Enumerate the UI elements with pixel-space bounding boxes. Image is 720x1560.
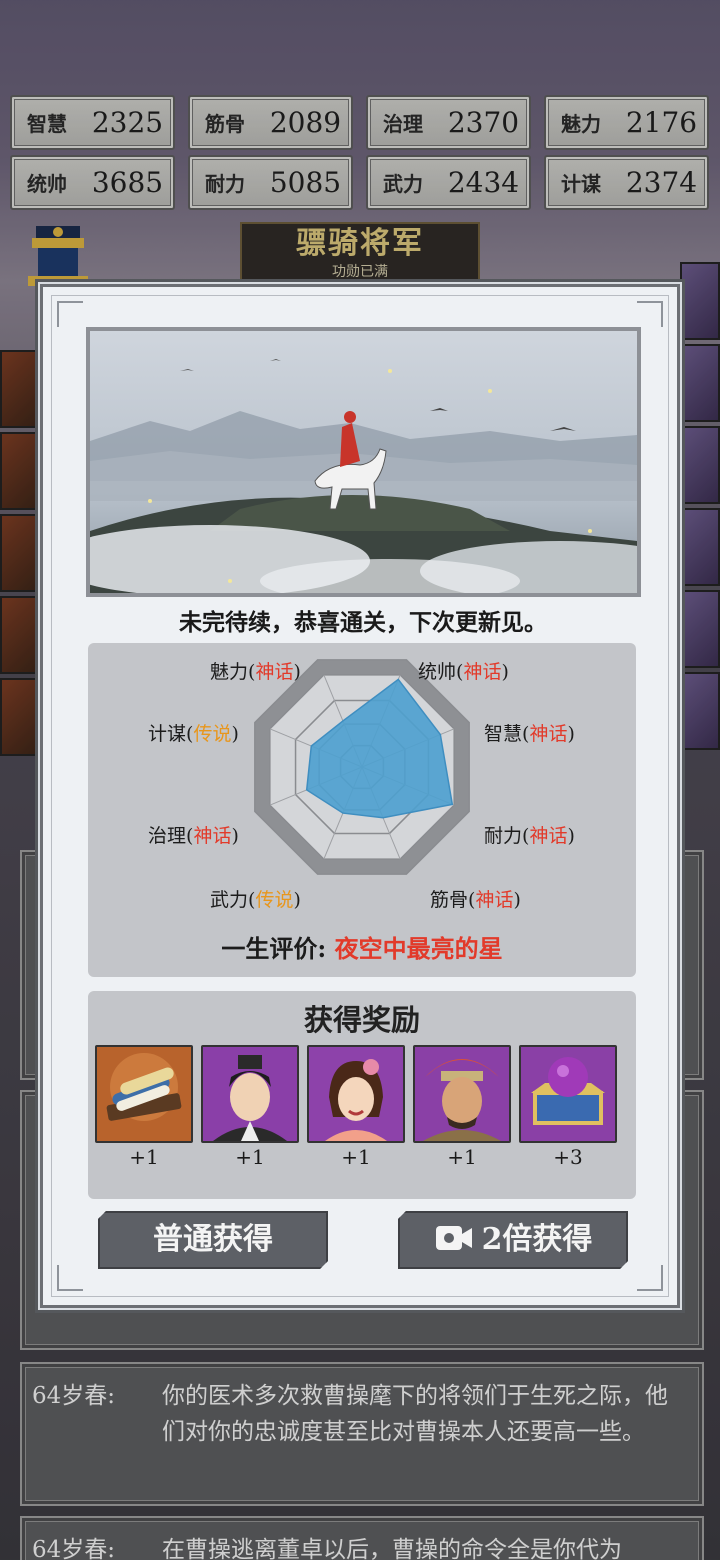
ending-modal: 未完待续，恭喜通关，下次更新见。 魅力(神话) 统帅(神话) 计谋(传说) 智慧… [40,284,680,1308]
scholar-portrait [201,1045,299,1143]
radar-label-physique: 筋骨(神话) [430,889,521,911]
radar-label-command: 统帅(神话) [418,661,509,683]
horseman-landscape-illustration [90,331,637,593]
radar-label-force: 武力(传说) [210,889,301,911]
scrolls-icon [95,1045,193,1143]
radar-label-governance: 治理(神话) [148,825,239,847]
warrior-portrait [413,1045,511,1143]
reward-item[interactable]: +3 [519,1045,617,1169]
attribute-radar-chart [254,659,470,875]
life-verdict: 一生评价: 夜空中最亮的星 [221,934,503,963]
treasure-chest-icon [519,1045,617,1143]
reward-count: +3 [553,1145,583,1169]
reward-count: +1 [235,1145,265,1169]
reward-count: +1 [341,1145,371,1169]
radar-label-wisdom: 智慧(神话) [484,723,575,745]
claim-double-label: 2倍获得 [481,1222,593,1257]
ending-scene-image [86,327,641,597]
radar-label-strategy: 计谋(传说) [148,723,239,745]
claim-double-button[interactable]: 2倍获得 [398,1211,628,1269]
reward-title: 获得奖励 [303,1003,420,1037]
reward-item[interactable]: +1 [307,1045,405,1169]
lady-portrait [307,1045,405,1143]
video-camera-icon [434,1224,474,1252]
reward-item[interactable]: +1 [95,1045,193,1169]
life-verdict-value: 夜空中最亮的星 [334,934,503,963]
attribute-radar-panel: 魅力(神话) 统帅(神话) 计谋(传说) 智慧(神话) 治理(神话) 耐力(神话… [88,643,636,977]
reward-count: +1 [447,1145,477,1169]
ending-caption: 未完待续，恭喜通关，下次更新见。 [179,609,547,636]
reward-item[interactable]: +1 [201,1045,299,1169]
radar-label-charisma: 魅力(神话) [210,661,301,683]
reward-item[interactable]: +1 [413,1045,511,1169]
reward-count: +1 [129,1145,159,1169]
radar-label-endurance: 耐力(神话) [484,825,575,847]
reward-panel: 获得奖励 +1 +1 +1 +1 +3 [88,991,636,1199]
claim-normal-button[interactable]: 普通获得 [98,1211,328,1269]
